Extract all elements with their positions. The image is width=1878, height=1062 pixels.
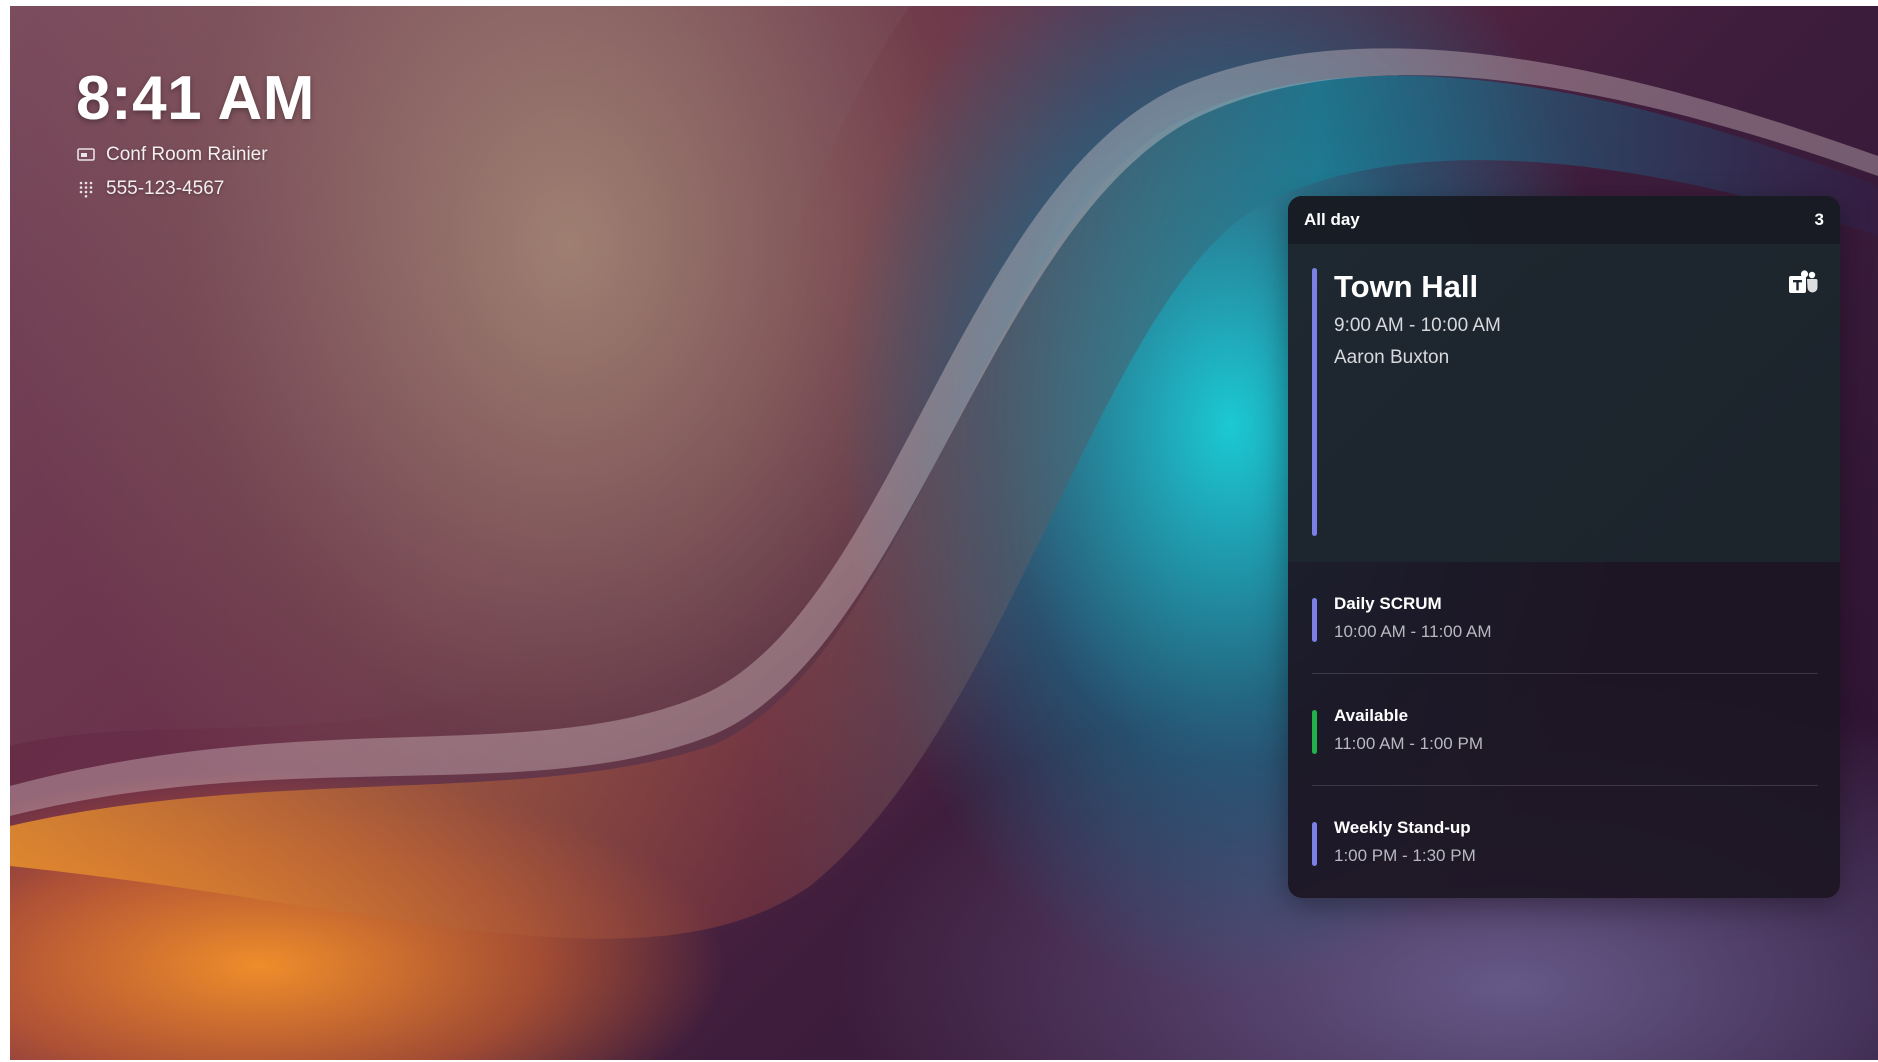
- current-time: 8:41 AM: [76, 64, 315, 133]
- room-row: Conf Room Rainier: [76, 144, 315, 166]
- agenda-count: 3: [1814, 210, 1824, 229]
- teams-icon: [1789, 270, 1818, 293]
- event-accent-bar: [1312, 598, 1317, 642]
- agenda-header-label: All day: [1304, 210, 1360, 229]
- event-accent-bar: [1312, 710, 1317, 754]
- event-details: Daily SCRUM 10:00 AM - 11:00 AM: [1334, 594, 1492, 642]
- list-item[interactable]: Available 11:00 AM - 1:00 PM: [1288, 674, 1840, 786]
- featured-accent-bar: [1312, 268, 1317, 536]
- featured-meeting[interactable]: Town Hall 9:00 AM - 10:00 AM Aaron Buxto…: [1288, 244, 1840, 562]
- phone-row: 555-123-4567: [76, 178, 315, 200]
- event-details: Weekly Stand-up 1:00 PM - 1:30 PM: [1334, 818, 1476, 866]
- event-title: Weekly Stand-up: [1334, 818, 1471, 837]
- list-item[interactable]: Daily SCRUM 10:00 AM - 11:00 AM: [1288, 562, 1840, 674]
- status-block: 8:41 AM Conf Room Rainier 555-123-4567: [76, 68, 315, 200]
- event-accent-bar: [1312, 822, 1317, 866]
- lock-screen: 8:41 AM Conf Room Rainier 555-123-4567 A…: [10, 6, 1878, 1060]
- event-time: 1:00 PM - 1:30 PM: [1334, 846, 1476, 865]
- featured-time: 9:00 AM - 10:00 AM: [1334, 315, 1501, 337]
- event-details: Available 11:00 AM - 1:00 PM: [1334, 706, 1483, 754]
- featured-details: Town Hall 9:00 AM - 10:00 AM Aaron Buxto…: [1334, 268, 1501, 369]
- event-time: 11:00 AM - 1:00 PM: [1334, 734, 1483, 753]
- event-title: Available: [1334, 706, 1409, 725]
- featured-organizer: Aaron Buxton: [1334, 347, 1450, 369]
- room-display-icon: [76, 145, 96, 165]
- featured-title: Town Hall: [1334, 269, 1479, 304]
- dialpad-icon: [76, 179, 96, 199]
- list-item[interactable]: Weekly Stand-up 1:00 PM - 1:30 PM: [1288, 786, 1840, 898]
- event-time: 10:00 AM - 11:00 AM: [1334, 622, 1492, 641]
- room-name: Conf Room Rainier: [106, 144, 268, 165]
- phone-number: 555-123-4567: [106, 178, 225, 199]
- agenda-header: All day 3: [1288, 196, 1840, 244]
- event-title: Daily SCRUM: [1334, 594, 1442, 613]
- agenda-panel: All day 3 Town Hall 9:00 AM - 10:00 AM A…: [1288, 196, 1840, 898]
